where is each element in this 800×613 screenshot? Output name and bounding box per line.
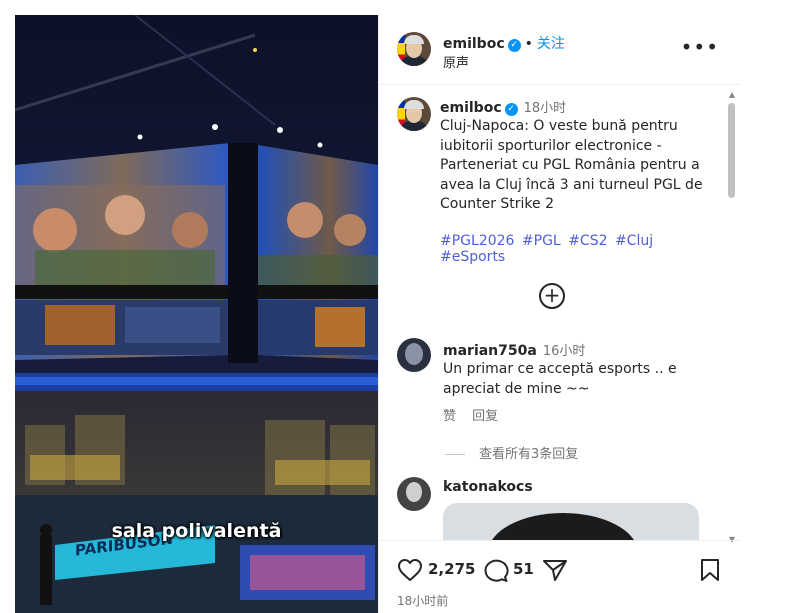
like-count[interactable]: 2,275	[428, 560, 475, 578]
caption-author-avatar[interactable]	[397, 97, 431, 131]
comment-reply-button[interactable]: 回复	[472, 409, 498, 424]
comments-scroll-area[interactable]: emilboc ✓ 18小时 Cluj-Napoca: O veste bună p…	[379, 85, 741, 540]
hashtag[interactable]: #PGL2026	[440, 233, 514, 249]
caption-username-link[interactable]: emilboc	[440, 100, 502, 116]
heart-icon[interactable]	[397, 558, 423, 582]
video-caption: sala polivalentă	[111, 520, 282, 542]
reel-video[interactable]: PARIBUSON sala polivalentă	[15, 15, 378, 613]
more-options-icon[interactable]: •••	[681, 37, 719, 57]
comment-username-link[interactable]: marian750a	[443, 343, 537, 359]
comment-count: 51	[513, 560, 534, 578]
post-header: emilboc ✓ • 关注 原声 •••	[379, 15, 741, 85]
hashtag[interactable]: #eSports	[440, 249, 505, 265]
comment-actions: 赞 回复	[443, 405, 510, 424]
hashtag-list: #PGL2026 #PGL #CS2 #Cluj #eSports	[440, 233, 725, 265]
separator-dot: •	[524, 36, 533, 52]
comment-image[interactable]	[443, 503, 699, 540]
post-actions-bar: 2,275 51 18小时前	[379, 540, 741, 613]
comment-username[interactable]: katonakocs	[443, 479, 533, 495]
verified-badge-icon: ✓	[507, 39, 521, 52]
caption-username: emilboc ✓ 18小时	[440, 97, 566, 116]
follow-button[interactable]: 关注	[537, 36, 565, 52]
author-username: emilboc ✓ • 关注	[443, 33, 565, 53]
verified-badge-icon: ✓	[504, 103, 518, 116]
post-panel: emilboc ✓ • 关注 原声 ••• emilboc ✓ 18小时 Cluj-Nap…	[378, 15, 741, 613]
hashtag[interactable]: #PGL	[522, 233, 561, 249]
caption-time: 18小时	[523, 101, 567, 116]
commenter-avatar[interactable]	[397, 338, 431, 372]
hashtag[interactable]: #Cluj	[615, 233, 653, 249]
author-username-link[interactable]: emilboc	[443, 36, 505, 52]
scrollbar-thumb[interactable]	[728, 103, 735, 198]
comment-text: Un primar ce acceptă esports .. e apreci…	[443, 361, 677, 397]
share-paper-plane-icon[interactable]	[542, 558, 568, 582]
load-more-comments-icon[interactable]: +	[539, 283, 565, 309]
bookmark-icon[interactable]	[699, 558, 721, 582]
hashtag[interactable]: #CS2	[568, 233, 607, 249]
audio-label[interactable]: 原声	[443, 52, 469, 71]
comment-like-button[interactable]: 赞	[443, 409, 456, 424]
author-avatar[interactable]	[397, 32, 431, 66]
commenter-avatar[interactable]	[397, 477, 431, 511]
scroll-up-arrow-icon[interactable]: ▲	[729, 90, 735, 99]
post-timestamp[interactable]: 18小时前	[397, 592, 448, 609]
caption-text: Cluj-Napoca: O veste bună pentru iubitor…	[440, 118, 703, 212]
view-replies-link[interactable]: 查看所有3条回复	[445, 443, 578, 462]
comment-username: marian750a 16小时	[443, 340, 585, 359]
comment-bubble-icon[interactable]	[483, 558, 509, 582]
comment-time: 16小时	[542, 344, 586, 359]
